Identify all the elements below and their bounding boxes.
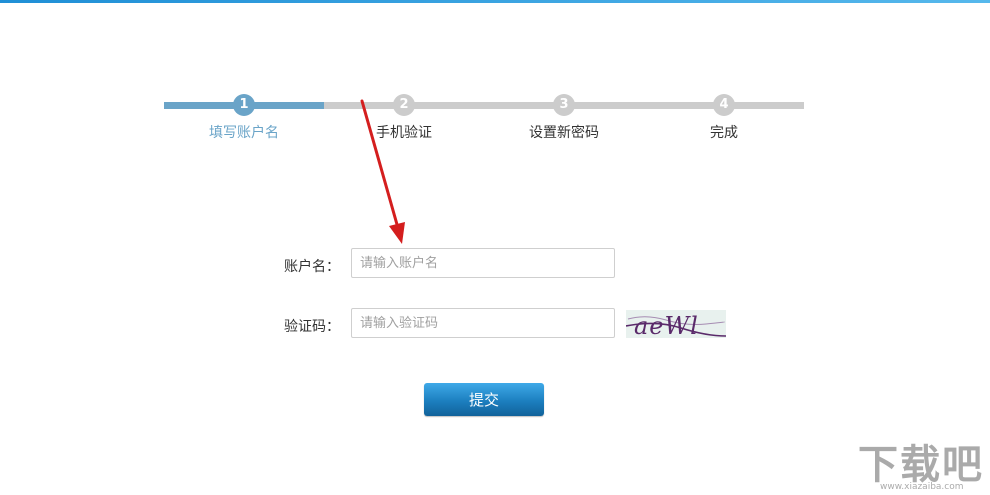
step-3-label: 设置新密码 — [529, 125, 599, 141]
captcha-image[interactable]: aeWl — [626, 310, 726, 338]
progress-stepper: 1 填写账户名 2 手机验证 3 设置新密码 4 完成 — [0, 0, 990, 160]
watermark-url: www.xiazaiba.com — [880, 482, 964, 492]
captcha-label: 验证码： — [284, 319, 340, 335]
step-4-number: 4 — [713, 94, 735, 116]
step-3-number: 3 — [553, 94, 575, 116]
step-4-label: 完成 — [710, 125, 738, 141]
step-1-label: 填写账户名 — [209, 125, 279, 141]
submit-button[interactable]: 提交 — [424, 383, 544, 416]
site-watermark: 下载吧 www.xiazaiba.com — [850, 432, 990, 495]
account-label: 账户名： — [284, 259, 340, 275]
captcha-graphic: aeWl — [626, 312, 726, 338]
step-1-number: 1 — [233, 94, 255, 116]
step-2-label: 手机验证 — [376, 125, 432, 141]
step-2-number: 2 — [393, 94, 415, 116]
captcha-input[interactable] — [351, 308, 615, 338]
account-input[interactable] — [351, 248, 615, 278]
